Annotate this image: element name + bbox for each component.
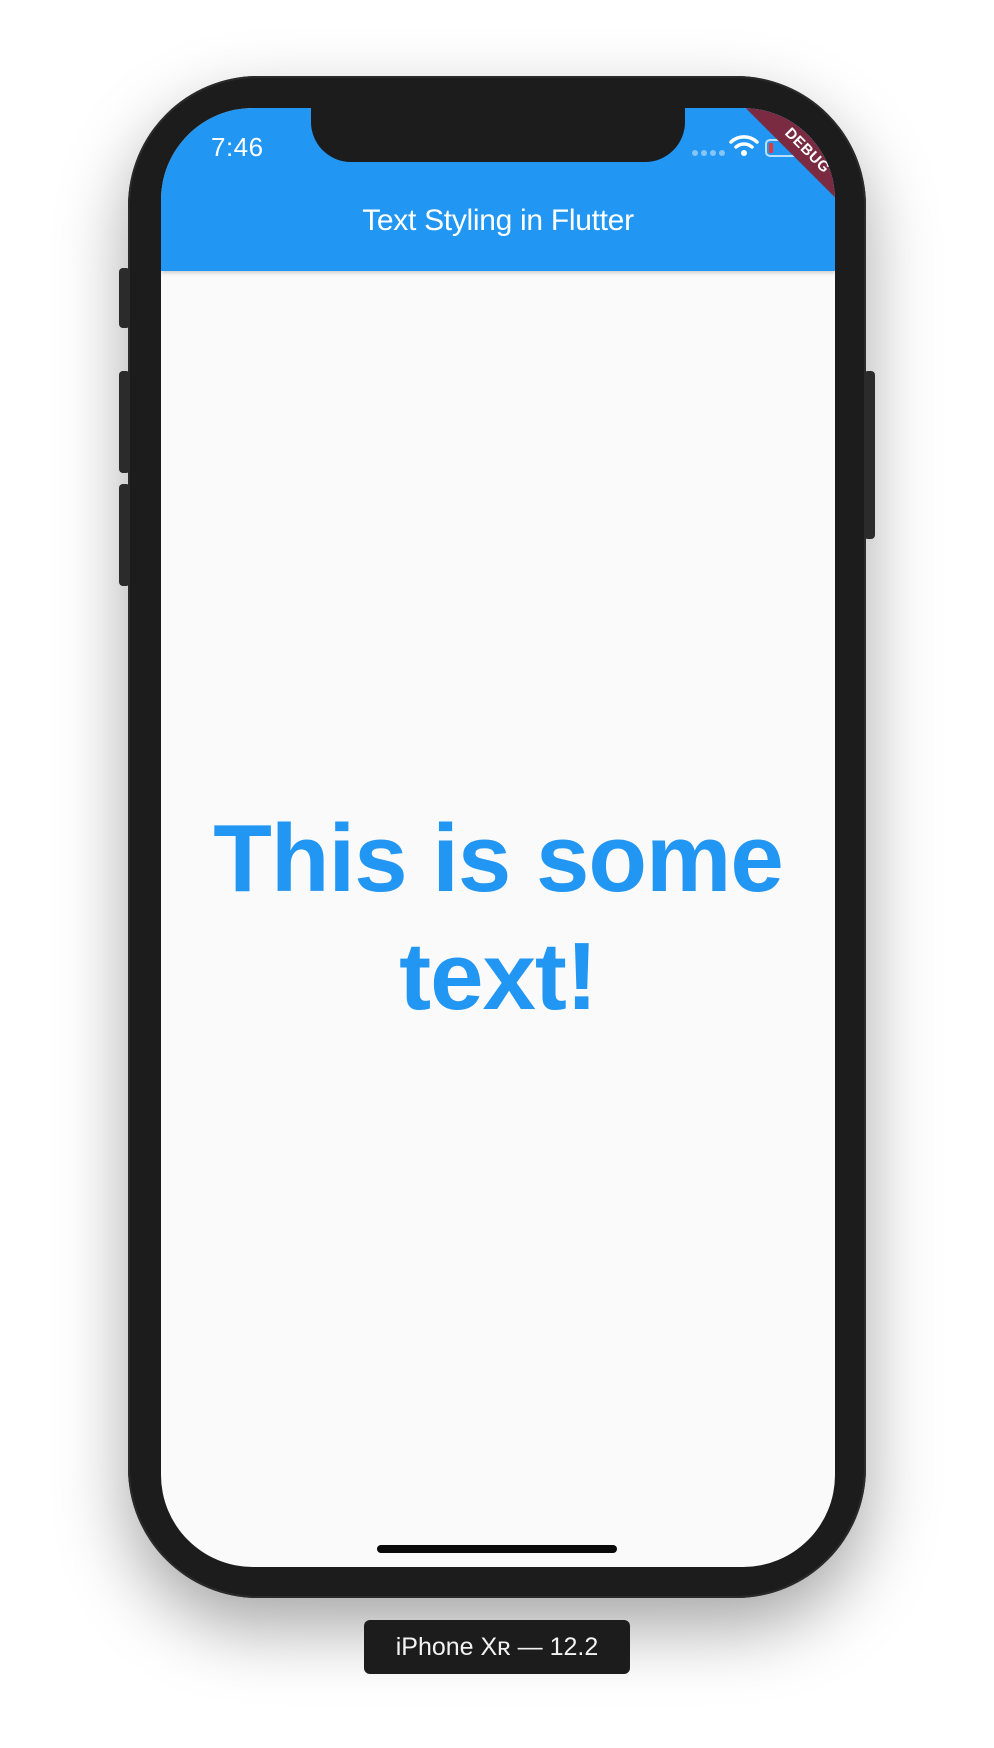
mute-switch xyxy=(119,268,130,328)
debug-banner: DEBUG xyxy=(741,108,835,217)
volume-down-button xyxy=(119,484,130,586)
volume-up-button xyxy=(119,371,130,473)
styled-text: This is some text! xyxy=(213,805,784,1030)
device-frame: 7:46 Text Styling in Flutter DEBUG This … xyxy=(119,76,875,1598)
simulator-stage: 7:46 Text Styling in Flutter DEBUG This … xyxy=(0,0,994,1748)
app-bar: 7:46 Text Styling in Flutter DEBUG xyxy=(161,108,835,271)
status-time: 7:46 xyxy=(211,132,264,162)
power-button xyxy=(864,371,875,539)
notch xyxy=(311,108,685,162)
device-label: iPhone Xʀ — 12.2 xyxy=(364,1620,630,1674)
home-indicator[interactable] xyxy=(377,1545,617,1553)
app-body: This is some text! xyxy=(161,271,835,1567)
app-bar-title: Text Styling in Flutter xyxy=(362,204,634,237)
wifi-icon xyxy=(729,135,759,156)
device-screen: 7:46 Text Styling in Flutter DEBUG This … xyxy=(161,108,835,1567)
signal-icon xyxy=(692,150,725,156)
